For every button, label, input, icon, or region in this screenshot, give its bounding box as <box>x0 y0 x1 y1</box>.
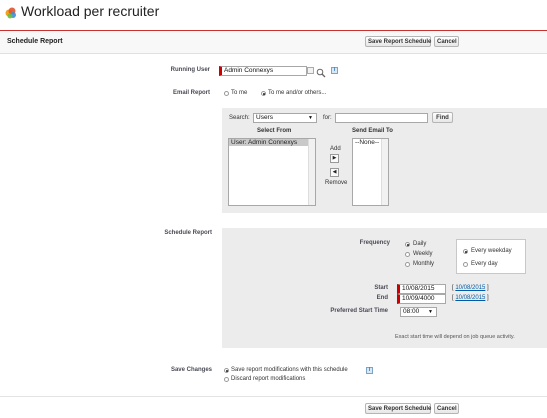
search-type-select[interactable]: Users ▼ <box>253 113 317 123</box>
start-today-link[interactable]: 10/08/2015 <box>455 285 485 291</box>
for-label: for: <box>323 115 332 121</box>
for-search-input[interactable] <box>335 113 428 123</box>
end-date-input[interactable]: 10/09/4000 <box>397 294 446 304</box>
section-title: Schedule Report <box>7 38 63 45</box>
end-label: End <box>376 295 388 301</box>
save-modifications-label: Save report modifications with this sche… <box>231 367 348 373</box>
discard-modifications-label: Discard report modifications <box>231 376 306 382</box>
app-logo-icon <box>5 6 17 19</box>
arrow-right-icon: ▶ <box>332 155 337 161</box>
start-date-input[interactable]: 10/08/2015 <box>397 284 446 294</box>
footer-divider <box>0 396 547 397</box>
clear-field-icon[interactable] <box>307 67 314 74</box>
search-type-value: Users <box>256 114 273 121</box>
preferred-start-time-label: Preferred Start Time <box>330 308 388 314</box>
send-to-title: Send Email To <box>352 128 393 134</box>
select-from-list[interactable]: User: Admin Connexys <box>228 138 316 206</box>
cancel-button-top[interactable]: Cancel <box>434 36 459 47</box>
frequency-monthly-radio[interactable] <box>405 262 410 267</box>
every-weekday-radio[interactable] <box>463 249 468 254</box>
select-from-title: Select From <box>257 128 292 134</box>
frequency-label: Frequency <box>359 240 390 246</box>
frequency-weekly-radio[interactable] <box>405 252 410 257</box>
email-report-label: Email Report <box>172 90 210 96</box>
start-time-note: Exact start time will depend on job queu… <box>395 334 515 340</box>
day-options-box <box>456 239 526 274</box>
running-user-info-icon[interactable]: i <box>331 67 338 74</box>
frequency-daily-label: Daily <box>413 241 427 247</box>
start-label: Start <box>374 285 388 291</box>
start-time-value: 08:00 <box>403 308 420 315</box>
chevron-down-icon: ▼ <box>428 309 433 315</box>
start-time-select[interactable]: 08:00 ▼ <box>400 307 437 317</box>
lookup-icon[interactable] <box>316 65 326 78</box>
send-to-scrollbar[interactable] <box>381 139 388 205</box>
email-to-others-radio[interactable] <box>261 91 266 96</box>
every-weekday-label: Every weekday <box>471 248 512 254</box>
header-bar <box>0 31 547 54</box>
arrow-left-icon: ◀ <box>332 169 337 175</box>
frequency-monthly-label: Monthly <box>413 261 435 267</box>
frequency-daily-radio[interactable] <box>405 242 410 247</box>
save-report-schedule-button-bottom[interactable]: Save Report Schedule <box>365 403 431 414</box>
select-from-scrollbar[interactable] <box>308 139 315 205</box>
start-today-link-wrap: [ 10/08/2015 ] <box>452 285 489 291</box>
chevron-down-icon: ▼ <box>308 115 313 121</box>
end-today-link[interactable]: 10/08/2015 <box>455 295 485 301</box>
add-arrow-button[interactable]: ▶ <box>330 154 339 163</box>
add-label: Add <box>330 146 341 152</box>
save-changes-label: Save Changes <box>170 367 212 373</box>
remove-arrow-button[interactable]: ◀ <box>330 168 339 177</box>
remove-label: Remove <box>325 180 348 186</box>
save-modifications-radio[interactable] <box>224 368 229 373</box>
running-user-label: Running User <box>170 67 210 73</box>
running-user-input[interactable]: Admin Connexys <box>219 66 307 76</box>
send-to-list[interactable]: --None-- <box>352 138 389 206</box>
save-report-schedule-button-top[interactable]: Save Report Schedule <box>365 36 431 47</box>
find-button[interactable]: Find <box>432 112 453 123</box>
search-label: Search: <box>229 115 250 121</box>
discard-modifications-radio[interactable] <box>224 377 229 382</box>
email-to-me-label: To me <box>231 90 248 96</box>
page-title: Workload per recruiter <box>21 3 160 19</box>
schedule-report-label: Schedule Report <box>164 230 212 236</box>
every-day-radio[interactable] <box>463 262 468 267</box>
select-from-item[interactable]: User: Admin Connexys <box>229 139 308 146</box>
frequency-weekly-label: Weekly <box>413 251 433 257</box>
save-modifications-info-icon[interactable]: i <box>366 367 373 374</box>
end-today-link-wrap: [ 10/08/2015 ] <box>452 295 489 301</box>
email-to-others-label: To me and/or others... <box>268 90 327 96</box>
every-day-label: Every day <box>471 261 498 267</box>
cancel-button-bottom[interactable]: Cancel <box>434 403 459 414</box>
email-to-me-radio[interactable] <box>224 91 229 96</box>
